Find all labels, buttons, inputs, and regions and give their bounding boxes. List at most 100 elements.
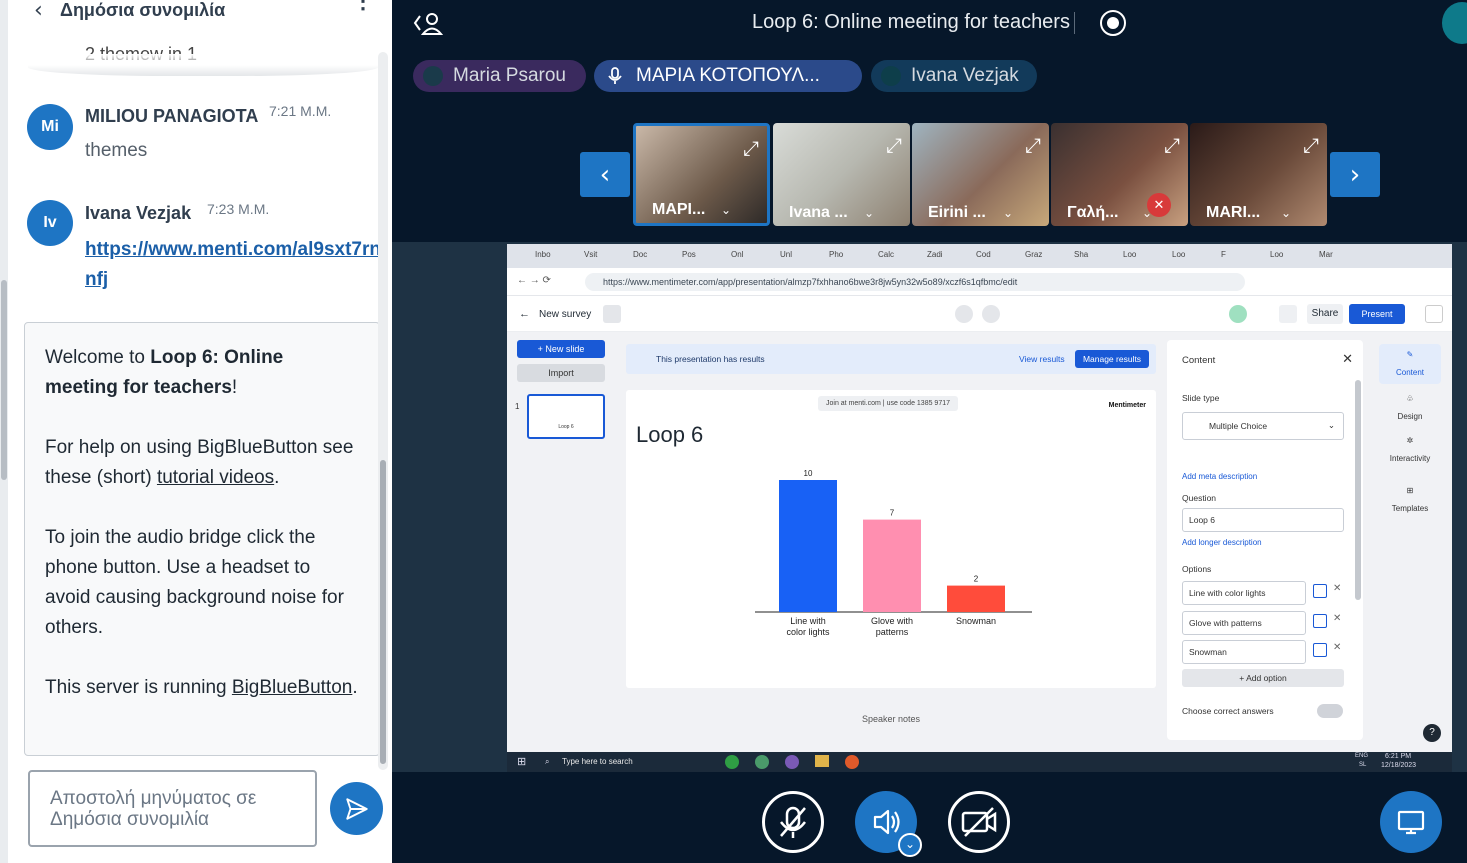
image-icon[interactable] — [1313, 614, 1327, 628]
video-tile[interactable]: ⤢ Eirini ... ⌄ — [912, 123, 1049, 226]
add-longer-description-link[interactable]: Add longer description — [1182, 538, 1262, 547]
record-icon[interactable] — [1100, 10, 1126, 36]
video-tile[interactable]: ⤢ ✕ Γαλή... ⌄ — [1051, 123, 1188, 226]
app-icon[interactable] — [755, 755, 769, 769]
browser-tab[interactable]: Loo — [1123, 250, 1136, 259]
next-videos-button[interactable]: › — [1330, 152, 1380, 197]
talking-indicator[interactable]: ΜΑΡΙΑ ΚΟΤΟΠΟΥΛ... — [594, 60, 862, 92]
close-icon[interactable]: ✕ — [1342, 351, 1353, 367]
tool-content[interactable]: ✎ Content — [1379, 344, 1441, 384]
add-meta-description-link[interactable]: Add meta description — [1182, 472, 1257, 481]
survey-name[interactable]: New survey — [539, 309, 591, 320]
video-tile[interactable]: ⤢ MARI... ⌄ — [1190, 123, 1327, 226]
search-icon[interactable]: ⌕ — [545, 757, 549, 767]
correct-answers-toggle[interactable] — [1317, 704, 1343, 718]
import-button[interactable]: Import — [517, 364, 605, 382]
eye-icon[interactable] — [1279, 305, 1297, 323]
browser-tab[interactable]: Cod — [976, 250, 991, 259]
slide-type-select[interactable]: Multiple Choice ⌄ — [1182, 412, 1344, 440]
chat-title[interactable]: Δημόσια συνομιλία — [60, 0, 225, 21]
fullscreen-icon[interactable]: ⤢ — [1025, 133, 1041, 157]
chat-scrollbar[interactable] — [378, 52, 388, 770]
present-button[interactable]: Present — [1349, 304, 1405, 324]
account-icon[interactable] — [1425, 305, 1443, 323]
clock-time[interactable]: 6:21 PM — [1385, 753, 1411, 760]
left-scrollbar-thumb[interactable] — [1, 280, 7, 480]
message-link[interactable]: https://www.menti.com/al9sxt7rnnfj — [85, 235, 381, 295]
audio-button[interactable]: ⌄ — [855, 791, 922, 857]
screenshare-button[interactable] — [1380, 791, 1442, 853]
chevron-down-icon[interactable]: ⌄ — [864, 206, 874, 220]
comments-icon[interactable] — [982, 305, 1000, 323]
chevron-down-icon[interactable]: ⌄ — [1142, 206, 1152, 220]
view-results-link[interactable]: View results — [1019, 354, 1065, 364]
browser-tab[interactable]: F — [1221, 250, 1226, 259]
browser-tab[interactable]: Calc — [878, 250, 894, 259]
share-webcam-button[interactable] — [948, 791, 1010, 853]
fullscreen-icon[interactable]: ⤢ — [1164, 133, 1180, 157]
fullscreen-icon[interactable]: ⤢ — [1303, 133, 1319, 157]
tool-templates[interactable]: ⊞ Templates — [1379, 480, 1441, 520]
more-options-icon[interactable]: ⋮ — [352, 0, 374, 12]
browser-tab[interactable]: Zadi — [927, 250, 943, 259]
toggle-userlist-button[interactable] — [412, 10, 446, 43]
remove-option-icon[interactable]: ✕ — [1333, 613, 1341, 624]
browser-tab[interactable]: Pho — [829, 250, 843, 259]
arrow-left-icon[interactable]: ← — [519, 308, 530, 320]
previous-videos-button[interactable]: ‹ — [580, 152, 630, 197]
image-icon[interactable] — [1313, 584, 1327, 598]
taskbar-search[interactable]: Type here to search — [562, 757, 633, 766]
keyboard-region[interactable]: SL — [1359, 762, 1366, 768]
windows-start-icon[interactable]: ⊞ — [517, 755, 526, 768]
image-icon[interactable] — [1313, 643, 1327, 657]
manage-results-button[interactable]: Manage results — [1075, 350, 1149, 368]
question-input[interactable]: Loop 6 — [1182, 508, 1344, 532]
chevron-down-icon[interactable]: ⌄ — [898, 833, 922, 857]
keyboard-language[interactable]: ENG — [1355, 753, 1368, 759]
folder-icon[interactable] — [815, 755, 829, 767]
video-tile[interactable]: ⤢ ΜΑΡΙ... ⌄ — [633, 123, 770, 226]
browser-tab[interactable]: Doc — [633, 250, 647, 259]
browser-url[interactable]: https://www.mentimeter.com/app/presentat… — [585, 273, 1245, 291]
option-input[interactable]: Line with color lights — [1182, 581, 1306, 605]
chevron-left-icon[interactable]: ‹ — [34, 0, 43, 23]
firefox-icon[interactable] — [845, 755, 859, 769]
fullscreen-icon[interactable]: ⤢ — [886, 133, 902, 157]
browser-tab[interactable]: Sha — [1074, 250, 1088, 259]
browser-tab[interactable]: Unl — [780, 250, 792, 259]
reactions-icon[interactable] — [955, 305, 973, 323]
option-input[interactable]: Glove with patterns — [1182, 611, 1306, 635]
video-tile[interactable]: ⤢ Ivana ... ⌄ — [773, 123, 910, 226]
browser-tab[interactable]: Pos — [682, 250, 696, 259]
chat-message-input[interactable]: Αποστολή μηνύματος σε Δημόσια συνομιλία — [28, 770, 317, 847]
browser-tab[interactable]: Onl — [731, 250, 743, 259]
browser-tab[interactable]: Mar — [1319, 250, 1333, 259]
chevron-down-icon[interactable]: ⌄ — [721, 203, 731, 217]
share-button[interactable]: Share — [1307, 304, 1343, 324]
connection-status-icon[interactable] — [1442, 2, 1467, 44]
browser-tab[interactable]: Inbo — [535, 250, 551, 259]
remove-option-icon[interactable]: ✕ — [1333, 583, 1341, 594]
help-button[interactable]: ? — [1423, 724, 1441, 742]
app-icon[interactable] — [785, 755, 799, 769]
mute-microphone-button[interactable] — [762, 791, 824, 853]
panel-scrollbar[interactable] — [1355, 380, 1361, 600]
speaker-notes[interactable]: Speaker notes — [862, 714, 920, 724]
add-option-button[interactable]: + Add option — [1182, 669, 1344, 687]
left-scrollbar[interactable] — [0, 0, 8, 863]
bigbluebutton-link[interactable]: BigBlueButton — [232, 677, 352, 698]
collaborator-avatar[interactable] — [1229, 305, 1247, 323]
settings-icon[interactable] — [603, 305, 621, 323]
chat-scrollbar-thumb[interactable] — [380, 460, 386, 764]
remove-option-icon[interactable]: ✕ — [1333, 642, 1341, 653]
tool-design[interactable]: ♧ Design — [1379, 388, 1441, 428]
clock-date[interactable]: 12/18/2023 — [1381, 762, 1416, 769]
new-slide-button[interactable]: + New slide — [517, 340, 605, 358]
option-input[interactable]: Snowman — [1182, 640, 1306, 664]
chevron-down-icon[interactable]: ⌄ — [1281, 206, 1291, 220]
send-message-button[interactable] — [330, 782, 383, 835]
talking-indicator[interactable]: Maria Psarou — [413, 60, 586, 92]
slide-thumbnail[interactable]: Loop 6 — [527, 394, 605, 439]
tool-interactivity[interactable]: ✲ Interactivity — [1379, 430, 1441, 470]
chevron-down-icon[interactable]: ⌄ — [1003, 206, 1013, 220]
